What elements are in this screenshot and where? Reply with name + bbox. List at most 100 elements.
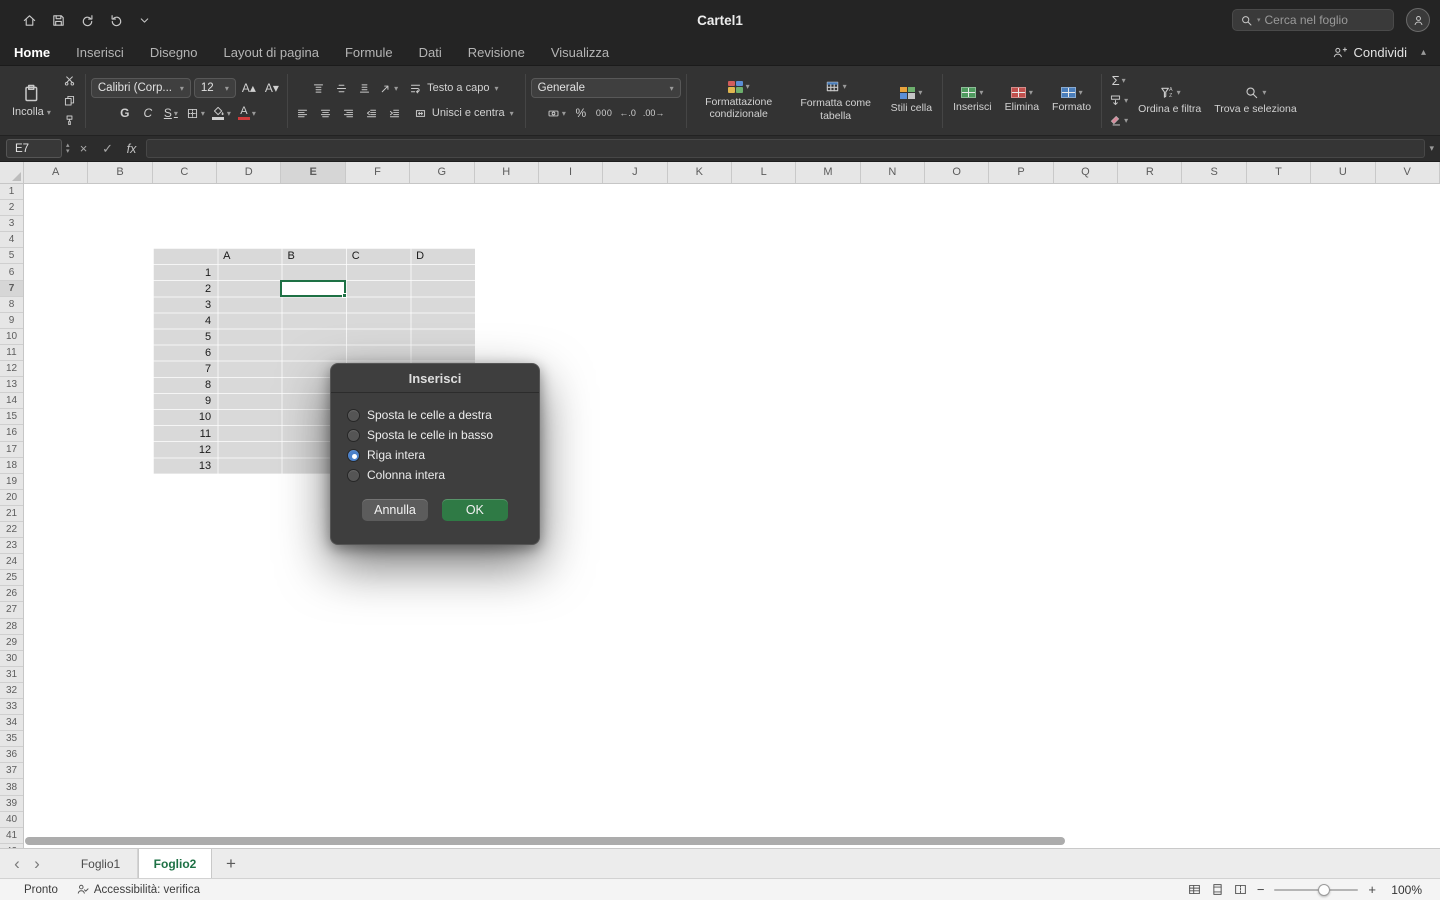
add-sheet-button[interactable]: + [226, 854, 236, 874]
row-header-13[interactable]: 13 [0, 377, 23, 393]
undo-button[interactable] [80, 13, 95, 28]
sheet-tab-foglio2[interactable]: Foglio2 [138, 849, 212, 878]
row-header-23[interactable]: 23 [0, 538, 23, 554]
horizontal-scrollbar[interactable] [25, 837, 1065, 845]
column-header-L[interactable]: L [732, 162, 796, 183]
tab-disegno[interactable]: Disegno [150, 45, 198, 60]
row-header-17[interactable]: 17 [0, 442, 23, 458]
search-input[interactable]: ▾ Cerca nel foglio [1232, 9, 1394, 31]
tab-visualizza[interactable]: Visualizza [551, 45, 609, 60]
autosum-button[interactable]: Σ▾ [1107, 72, 1130, 89]
column-header-V[interactable]: V [1376, 162, 1440, 183]
normal-view-button[interactable] [1188, 883, 1201, 896]
column-header-S[interactable]: S [1182, 162, 1246, 183]
name-box[interactable]: E7 [6, 139, 62, 158]
percent-format-button[interactable]: % [571, 103, 591, 123]
radio-selected-icon[interactable] [347, 449, 360, 462]
row-header-21[interactable]: 21 [0, 506, 23, 522]
insert-cells-button[interactable]: ▾ Inserisci [948, 85, 997, 115]
increase-indent-button[interactable] [385, 103, 405, 123]
underline-button[interactable]: S▾ [161, 103, 181, 123]
row-header-29[interactable]: 29 [0, 635, 23, 651]
font-size-select[interactable]: 12▾ [194, 78, 236, 98]
row-header-24[interactable]: 24 [0, 554, 23, 570]
column-header-A[interactable]: A [24, 162, 88, 183]
paste-button[interactable]: Incolla ▾ [6, 81, 57, 120]
save-button[interactable] [51, 13, 66, 28]
page-layout-view-button[interactable] [1211, 883, 1224, 896]
row-header-3[interactable]: 3 [0, 216, 23, 232]
row-header-39[interactable]: 39 [0, 796, 23, 812]
share-button[interactable]: Condividi [1332, 45, 1406, 60]
accessibility-check-button[interactable]: Accessibilità: verifica [76, 883, 200, 896]
row-header-26[interactable]: 26 [0, 586, 23, 602]
align-right-button[interactable] [339, 103, 359, 123]
ribbon-collapse-button[interactable]: ▴ [1421, 47, 1426, 58]
column-header-G[interactable]: G [410, 162, 474, 183]
increase-decimal-button[interactable]: ←.0 [617, 103, 638, 123]
row-header-11[interactable]: 11 [0, 345, 23, 361]
row-header-1[interactable]: 1 [0, 184, 23, 200]
ok-button[interactable]: OK [442, 499, 508, 521]
row-header-35[interactable]: 35 [0, 731, 23, 747]
customize-toolbar-button[interactable] [138, 14, 151, 27]
sheet-tab-foglio1[interactable]: Foglio1 [64, 849, 138, 878]
cancel-entry-button[interactable]: × [74, 141, 94, 156]
row-header-28[interactable]: 28 [0, 619, 23, 635]
align-center-button[interactable] [316, 103, 336, 123]
active-cell-E7[interactable] [280, 280, 345, 297]
column-header-D[interactable]: D [217, 162, 281, 183]
row-header-36[interactable]: 36 [0, 747, 23, 763]
row-header-19[interactable]: 19 [0, 474, 23, 490]
confirm-entry-button[interactable]: ✓ [98, 141, 118, 157]
currency-format-button[interactable]: ▾ [545, 103, 568, 123]
column-header-T[interactable]: T [1247, 162, 1311, 183]
formula-bar-expand-button[interactable]: ▾ [1429, 143, 1434, 154]
row-header-22[interactable]: 22 [0, 522, 23, 538]
column-header-H[interactable]: H [475, 162, 539, 183]
row-header-25[interactable]: 25 [0, 570, 23, 586]
row-header-18[interactable]: 18 [0, 458, 23, 474]
fill-button[interactable]: ▾ [1107, 92, 1130, 109]
cell-styles-button[interactable]: ▾ Stili cella [886, 85, 937, 116]
row-header-15[interactable]: 15 [0, 409, 23, 425]
decrease-decimal-button[interactable]: .00→ [641, 103, 667, 123]
column-header-O[interactable]: O [925, 162, 989, 183]
format-as-table-button[interactable]: ▾ Formatta come tabella [789, 77, 883, 123]
radio-icon[interactable] [347, 429, 360, 442]
tab-layout-di-pagina[interactable]: Layout di pagina [224, 45, 319, 60]
tab-dati[interactable]: Dati [419, 45, 442, 60]
sort-filter-button[interactable]: AZ▾ Ordina e filtra [1133, 83, 1206, 117]
zoom-out-button[interactable]: − [1257, 882, 1265, 897]
row-header-37[interactable]: 37 [0, 763, 23, 779]
row-header-8[interactable]: 8 [0, 297, 23, 313]
decrease-font-size-button[interactable]: A▾ [262, 78, 282, 98]
dialog-option-colonna-intera[interactable]: Colonna intera [347, 465, 525, 485]
fill-color-button[interactable]: ▾ [210, 103, 233, 123]
column-header-C[interactable]: C [153, 162, 217, 183]
search-scope-chevron-icon[interactable]: ▾ [1257, 16, 1261, 24]
column-header-J[interactable]: J [603, 162, 667, 183]
row-header-5[interactable]: 5 [0, 248, 23, 264]
format-cells-button[interactable]: ▾ Formato [1047, 85, 1096, 115]
zoom-slider[interactable] [1274, 883, 1358, 897]
row-header-2[interactable]: 2 [0, 200, 23, 216]
font-name-select[interactable]: Calibri (Corp...▾ [91, 78, 191, 98]
radio-icon[interactable] [347, 409, 360, 422]
column-header-B[interactable]: B [88, 162, 152, 183]
row-header-41[interactable]: 41 [0, 828, 23, 844]
font-color-button[interactable]: A▾ [236, 103, 258, 123]
redo-button[interactable] [109, 13, 124, 28]
align-left-button[interactable] [293, 103, 313, 123]
row-header-40[interactable]: 40 [0, 812, 23, 828]
home-button[interactable] [22, 13, 37, 28]
page-break-view-button[interactable] [1234, 883, 1247, 896]
align-top-button[interactable] [308, 78, 328, 98]
clear-button[interactable]: ▾ [1107, 112, 1130, 129]
insert-function-button[interactable]: fx [122, 142, 142, 156]
column-header-R[interactable]: R [1118, 162, 1182, 183]
column-header-F[interactable]: F [346, 162, 410, 183]
format-painter-button[interactable] [60, 112, 80, 129]
italic-button[interactable]: C [138, 103, 158, 123]
find-select-button[interactable]: ▾ Trova e seleziona [1209, 83, 1302, 117]
